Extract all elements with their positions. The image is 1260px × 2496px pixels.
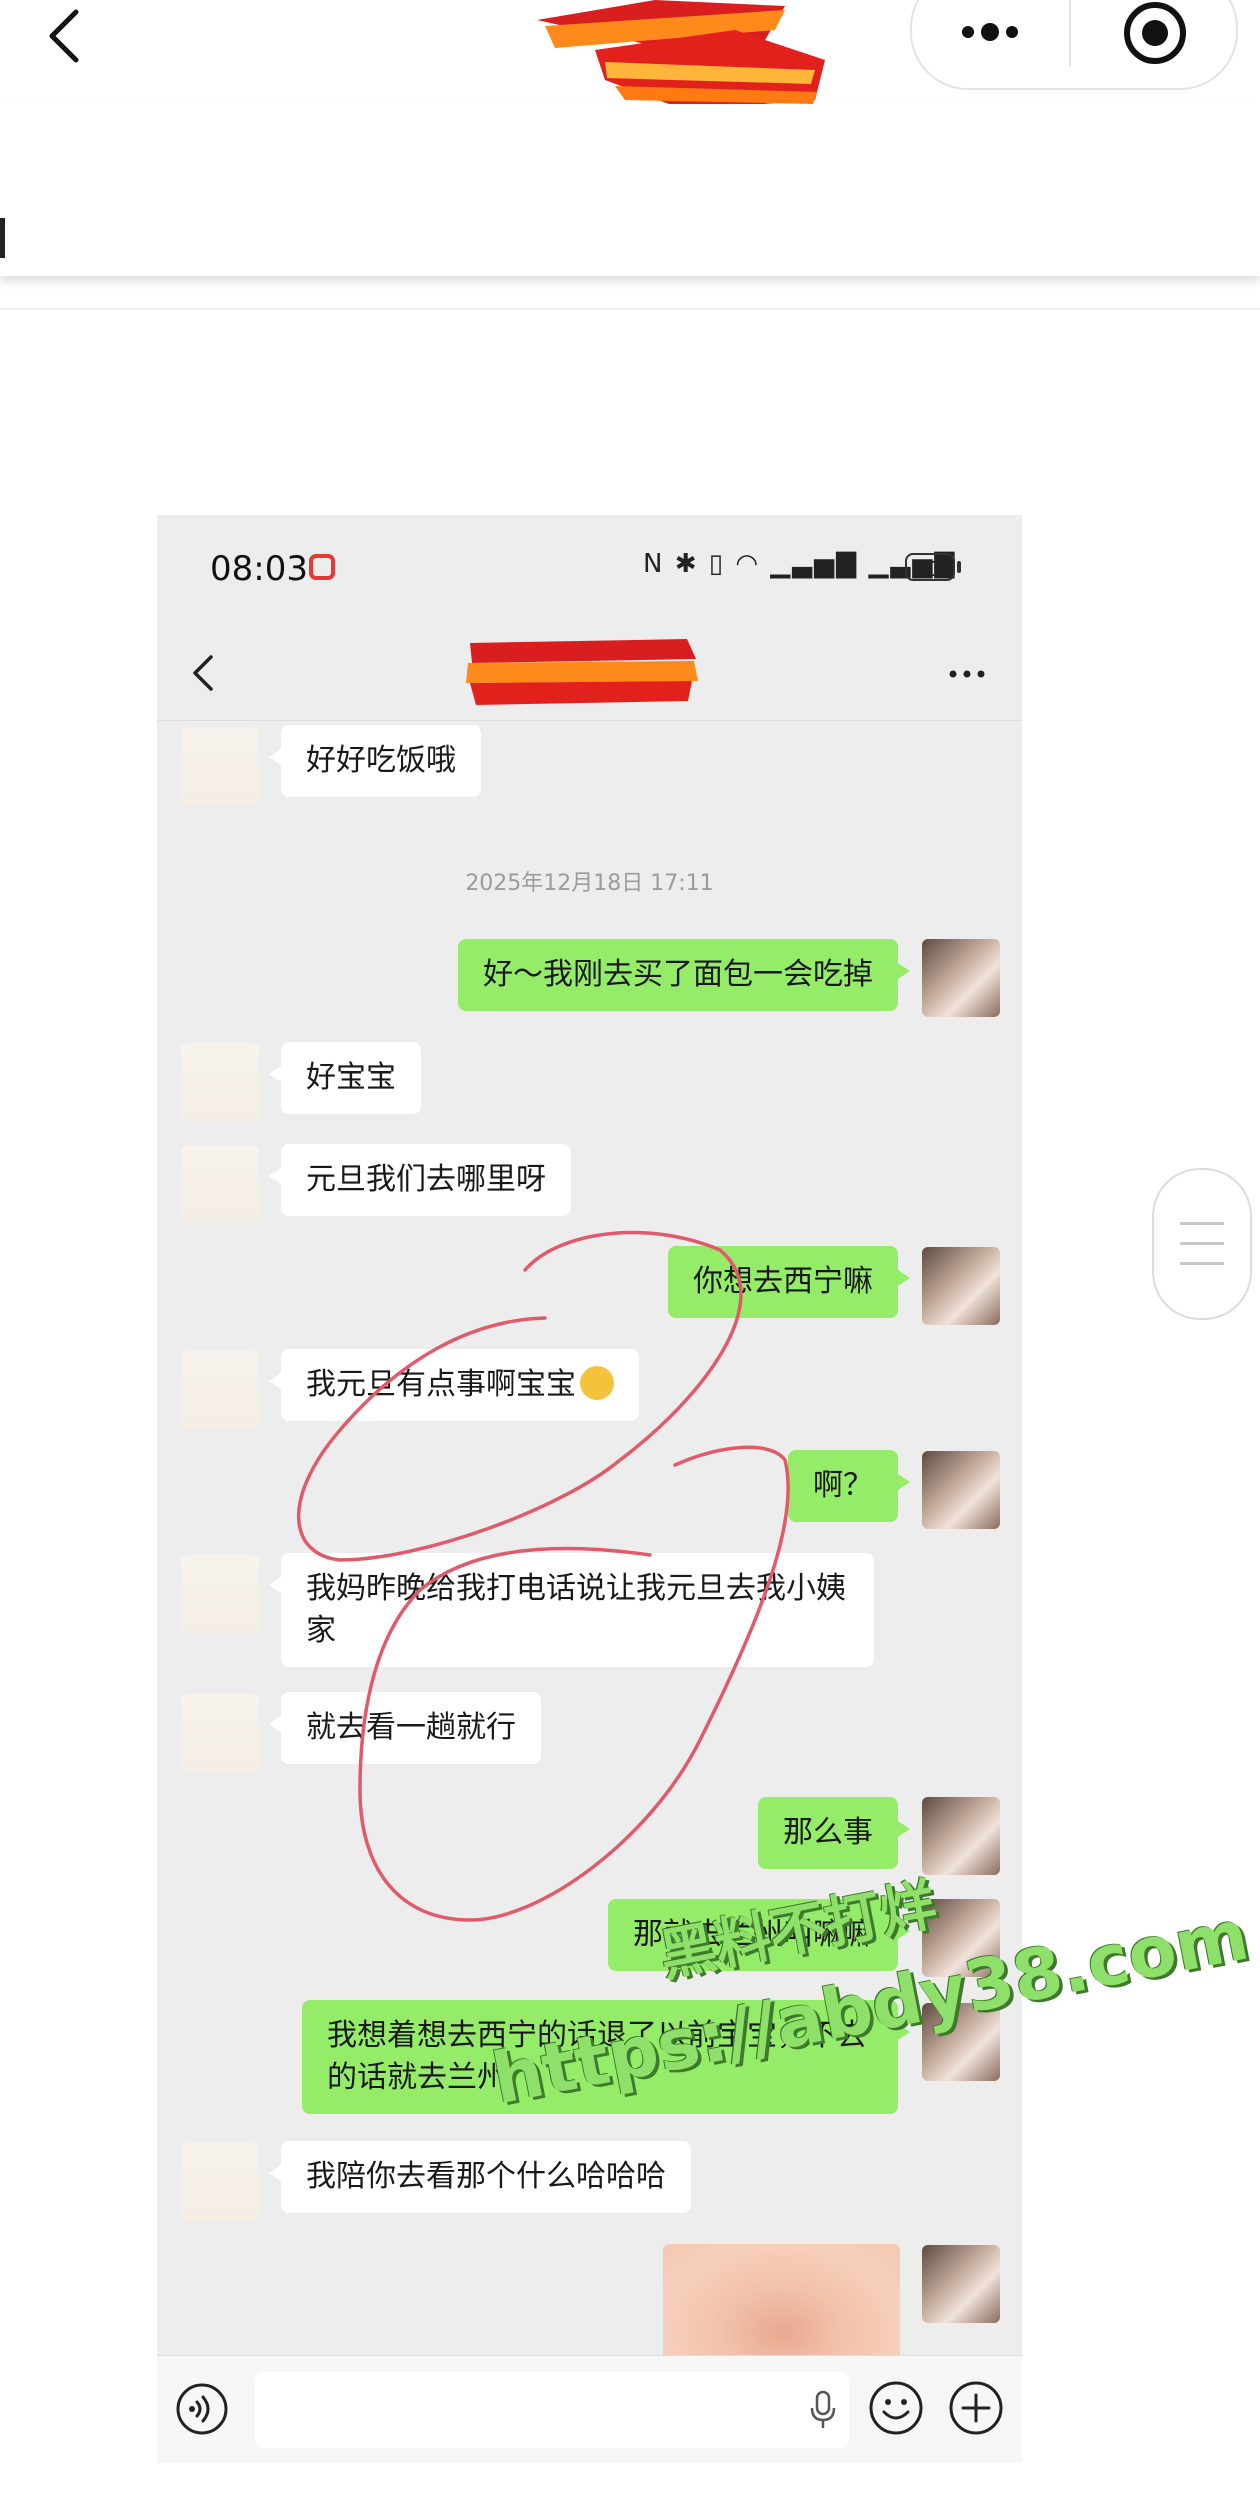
content-header bbox=[0, 104, 1260, 276]
message-bubble-received: 元旦我们去哪里呀 bbox=[269, 1144, 571, 1216]
contact-avatar[interactable] bbox=[181, 1145, 259, 1223]
message-bubble-received: 好宝宝 bbox=[269, 1042, 421, 1114]
capsule-divider bbox=[1069, 0, 1071, 66]
chat-screenshot: 08:03 N ✱ ▯ ◠ ▁▃▅▇ ▁▃▅▇ 83 好好吃饭哦 2025年12… bbox=[157, 515, 1022, 2463]
message-bubble-sent: 那么事 bbox=[758, 1797, 910, 1869]
contact-avatar[interactable] bbox=[181, 727, 259, 805]
chat-more-icon[interactable] bbox=[947, 669, 987, 679]
message-bubble-sent: 啊？ bbox=[788, 1450, 910, 1522]
message-timestamp: 2025年12月18日 17:11 bbox=[465, 871, 714, 896]
my-avatar[interactable] bbox=[922, 1247, 1000, 1325]
message-bubble-received: 我元旦有点事啊宝宝 bbox=[269, 1349, 639, 1421]
screen-record-icon bbox=[309, 554, 335, 580]
plus-icon[interactable] bbox=[948, 2380, 1004, 2436]
status-bar: 08:03 N ✱ ▯ ◠ ▁▃▅▇ ▁▃▅▇ 83 bbox=[157, 515, 1022, 615]
contact-avatar[interactable] bbox=[181, 1043, 259, 1121]
redacted-title bbox=[537, 0, 825, 110]
message-bubble-received: 我妈昨晚给我打电话说让我元旦去我小姨家 bbox=[269, 1553, 874, 1667]
header-marker bbox=[0, 218, 5, 258]
signal-icon: ▁▃▅▇ bbox=[770, 549, 859, 579]
message-text: 我元旦有点事啊宝宝 bbox=[306, 1367, 576, 1402]
bluetooth-icon: ✱ bbox=[674, 549, 699, 579]
wifi-icon: ◠ bbox=[735, 549, 761, 579]
close-target-icon[interactable] bbox=[1120, 0, 1190, 70]
message-bubble-sent: 好～我刚去买了面包一会吃掉 bbox=[458, 939, 910, 1011]
chat-input-bar bbox=[157, 2355, 1022, 2463]
message-bubble-received: 就去看一趟就行 bbox=[269, 1692, 541, 1764]
battery-tip bbox=[957, 561, 961, 573]
microphone-icon[interactable] bbox=[809, 2390, 837, 2430]
message-bubble-sent: 你想去西宁嘛 bbox=[668, 1246, 910, 1318]
emoji-icon[interactable] bbox=[868, 2380, 924, 2436]
vibrate-icon: ▯ bbox=[708, 549, 726, 579]
contact-avatar[interactable] bbox=[181, 1693, 259, 1771]
my-avatar[interactable] bbox=[922, 939, 1000, 1017]
voice-icon[interactable] bbox=[175, 2382, 229, 2436]
my-avatar[interactable] bbox=[922, 1451, 1000, 1529]
message-bubble-received: 我陪你去看那个什么哈哈哈 bbox=[269, 2141, 691, 2213]
nfc-icon: N bbox=[643, 549, 665, 579]
my-avatar[interactable] bbox=[922, 2245, 1000, 2323]
contact-avatar[interactable] bbox=[181, 1555, 259, 1633]
my-avatar[interactable] bbox=[922, 1797, 1000, 1875]
status-time: 08:03 bbox=[210, 549, 308, 589]
contact-avatar[interactable] bbox=[181, 2143, 259, 2221]
emoji-icon bbox=[580, 1366, 614, 1400]
divider bbox=[0, 308, 1260, 310]
message-bubble-received: 好好吃饭哦 bbox=[269, 725, 481, 797]
back-icon[interactable] bbox=[38, 6, 92, 66]
chat-nav-bar bbox=[157, 615, 1022, 721]
more-icon[interactable] bbox=[958, 20, 1022, 44]
chat-back-icon[interactable] bbox=[187, 653, 219, 693]
battery-icon: 83 bbox=[905, 553, 955, 581]
contact-avatar[interactable] bbox=[181, 1351, 259, 1429]
message-input[interactable] bbox=[255, 2372, 849, 2448]
redacted-contact-name bbox=[466, 639, 698, 705]
floating-menu-handle[interactable] bbox=[1152, 1168, 1252, 1320]
